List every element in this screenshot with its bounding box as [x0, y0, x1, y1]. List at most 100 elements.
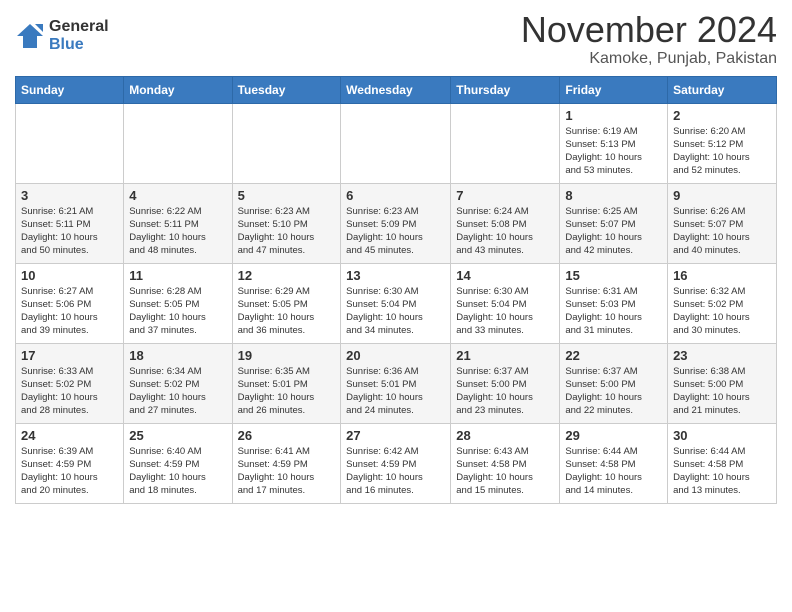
- calendar-cell: 30 Sunrise: 6:44 AM Sunset: 4:58 PM Dayli…: [668, 423, 777, 503]
- day-number: 16: [673, 268, 771, 283]
- calendar-cell: 25Sunrise: 6:40 AM Sunset: 4:59 PM Dayli…: [124, 423, 232, 503]
- day-info: Sunrise: 6:19 AM Sunset: 5:13 PM Dayligh…: [565, 125, 662, 178]
- calendar-cell: 6Sunrise: 6:23 AM Sunset: 5:09 PM Daylig…: [341, 183, 451, 263]
- month-title: November 2024: [521, 10, 777, 50]
- day-number: 23: [673, 348, 771, 363]
- col-monday: Monday: [124, 76, 232, 103]
- calendar-row-1: 3 Sunrise: 6:21 AM Sunset: 5:11 PM Daylig…: [16, 183, 777, 263]
- calendar-cell: 18Sunrise: 6:34 AM Sunset: 5:02 PM Dayli…: [124, 343, 232, 423]
- calendar-row-2: 10 Sunrise: 6:27 AM Sunset: 5:06 PM Dayli…: [16, 263, 777, 343]
- col-tuesday: Tuesday: [232, 76, 341, 103]
- day-info: Sunrise: 6:20 AM Sunset: 5:12 PM Dayligh…: [673, 125, 771, 178]
- day-number: 15: [565, 268, 662, 283]
- logo: General Blue: [15, 18, 109, 53]
- col-saturday: Saturday: [668, 76, 777, 103]
- logo-general-text: General: [49, 18, 109, 36]
- page: General Blue November 2024 Kamoke, Punja…: [0, 0, 792, 514]
- day-info: Sunrise: 6:25 AM Sunset: 5:07 PM Dayligh…: [565, 205, 662, 258]
- day-number: 21: [456, 348, 554, 363]
- calendar-cell: [16, 103, 124, 183]
- day-number: 4: [129, 188, 226, 203]
- day-info: Sunrise: 6:37 AM Sunset: 5:00 PM Dayligh…: [565, 365, 662, 418]
- calendar-cell: 10 Sunrise: 6:27 AM Sunset: 5:06 PM Dayli…: [16, 263, 124, 343]
- calendar-cell: 1 Sunrise: 6:19 AM Sunset: 5:13 PM Daylig…: [560, 103, 668, 183]
- calendar-cell: 7Sunrise: 6:24 AM Sunset: 5:08 PM Daylig…: [451, 183, 560, 263]
- day-info: Sunrise: 6:35 AM Sunset: 5:01 PM Dayligh…: [238, 365, 336, 418]
- calendar-body: 1 Sunrise: 6:19 AM Sunset: 5:13 PM Daylig…: [16, 103, 777, 503]
- col-wednesday: Wednesday: [341, 76, 451, 103]
- day-number: 12: [238, 268, 336, 283]
- calendar-cell: 22Sunrise: 6:37 AM Sunset: 5:00 PM Dayli…: [560, 343, 668, 423]
- day-number: 10: [21, 268, 118, 283]
- day-info: Sunrise: 6:38 AM Sunset: 5:00 PM Dayligh…: [673, 365, 771, 418]
- day-number: 3: [21, 188, 118, 203]
- calendar-cell: 12 Sunrise: 6:29 AM Sunset: 5:05 PM Dayli…: [232, 263, 341, 343]
- calendar-cell: 20 Sunrise: 6:36 AM Sunset: 5:01 PM Dayli…: [341, 343, 451, 423]
- day-number: 19: [238, 348, 336, 363]
- day-number: 7: [456, 188, 554, 203]
- calendar-cell: [124, 103, 232, 183]
- day-number: 25: [129, 428, 226, 443]
- day-number: 13: [346, 268, 445, 283]
- day-number: 1: [565, 108, 662, 123]
- day-number: 28: [456, 428, 554, 443]
- calendar-cell: [451, 103, 560, 183]
- day-number: 20: [346, 348, 445, 363]
- day-info: Sunrise: 6:37 AM Sunset: 5:00 PM Dayligh…: [456, 365, 554, 418]
- day-number: 6: [346, 188, 445, 203]
- calendar-cell: 28 Sunrise: 6:43 AM Sunset: 4:58 PM Dayli…: [451, 423, 560, 503]
- calendar-cell: [232, 103, 341, 183]
- day-number: 27: [346, 428, 445, 443]
- day-info: Sunrise: 6:29 AM Sunset: 5:05 PM Dayligh…: [238, 285, 336, 338]
- day-info: Sunrise: 6:26 AM Sunset: 5:07 PM Dayligh…: [673, 205, 771, 258]
- location: Kamoke, Punjab, Pakistan: [521, 50, 777, 68]
- calendar-cell: 9Sunrise: 6:26 AM Sunset: 5:07 PM Daylig…: [668, 183, 777, 263]
- calendar-cell: 4Sunrise: 6:22 AM Sunset: 5:11 PM Daylig…: [124, 183, 232, 263]
- calendar-cell: 11 Sunrise: 6:28 AM Sunset: 5:05 PM Dayli…: [124, 263, 232, 343]
- calendar-cell: 21 Sunrise: 6:37 AM Sunset: 5:00 PM Dayli…: [451, 343, 560, 423]
- day-info: Sunrise: 6:31 AM Sunset: 5:03 PM Dayligh…: [565, 285, 662, 338]
- day-number: 30: [673, 428, 771, 443]
- day-number: 24: [21, 428, 118, 443]
- day-info: Sunrise: 6:44 AM Sunset: 4:58 PM Dayligh…: [673, 445, 771, 498]
- calendar-row-0: 1 Sunrise: 6:19 AM Sunset: 5:13 PM Daylig…: [16, 103, 777, 183]
- calendar-cell: 3 Sunrise: 6:21 AM Sunset: 5:11 PM Daylig…: [16, 183, 124, 263]
- day-info: Sunrise: 6:27 AM Sunset: 5:06 PM Dayligh…: [21, 285, 118, 338]
- calendar-row-4: 24 Sunrise: 6:39 AM Sunset: 4:59 PM Dayli…: [16, 423, 777, 503]
- day-info: Sunrise: 6:28 AM Sunset: 5:05 PM Dayligh…: [129, 285, 226, 338]
- calendar-table: Sunday Monday Tuesday Wednesday Thursday…: [15, 76, 777, 504]
- day-info: Sunrise: 6:34 AM Sunset: 5:02 PM Dayligh…: [129, 365, 226, 418]
- calendar-row-3: 17 Sunrise: 6:33 AM Sunset: 5:02 PM Dayli…: [16, 343, 777, 423]
- day-number: 11: [129, 268, 226, 283]
- logo-blue-text: Blue: [49, 36, 109, 54]
- day-number: 17: [21, 348, 118, 363]
- calendar-cell: 27 Sunrise: 6:42 AM Sunset: 4:59 PM Dayli…: [341, 423, 451, 503]
- day-info: Sunrise: 6:30 AM Sunset: 5:04 PM Dayligh…: [456, 285, 554, 338]
- day-info: Sunrise: 6:44 AM Sunset: 4:58 PM Dayligh…: [565, 445, 662, 498]
- day-info: Sunrise: 6:30 AM Sunset: 5:04 PM Dayligh…: [346, 285, 445, 338]
- calendar-cell: [341, 103, 451, 183]
- header-row: Sunday Monday Tuesday Wednesday Thursday…: [16, 76, 777, 103]
- day-info: Sunrise: 6:36 AM Sunset: 5:01 PM Dayligh…: [346, 365, 445, 418]
- calendar-cell: 19 Sunrise: 6:35 AM Sunset: 5:01 PM Dayli…: [232, 343, 341, 423]
- calendar-cell: 23 Sunrise: 6:38 AM Sunset: 5:00 PM Dayli…: [668, 343, 777, 423]
- col-sunday: Sunday: [16, 76, 124, 103]
- calendar-cell: 13 Sunrise: 6:30 AM Sunset: 5:04 PM Dayli…: [341, 263, 451, 343]
- day-info: Sunrise: 6:33 AM Sunset: 5:02 PM Dayligh…: [21, 365, 118, 418]
- title-section: November 2024 Kamoke, Punjab, Pakistan: [521, 10, 777, 68]
- day-number: 29: [565, 428, 662, 443]
- day-info: Sunrise: 6:42 AM Sunset: 4:59 PM Dayligh…: [346, 445, 445, 498]
- day-info: Sunrise: 6:39 AM Sunset: 4:59 PM Dayligh…: [21, 445, 118, 498]
- day-number: 2: [673, 108, 771, 123]
- logo-text: General Blue: [49, 18, 109, 53]
- col-friday: Friday: [560, 76, 668, 103]
- day-info: Sunrise: 6:43 AM Sunset: 4:58 PM Dayligh…: [456, 445, 554, 498]
- day-info: Sunrise: 6:32 AM Sunset: 5:02 PM Dayligh…: [673, 285, 771, 338]
- calendar-cell: 26Sunrise: 6:41 AM Sunset: 4:59 PM Dayli…: [232, 423, 341, 503]
- day-number: 14: [456, 268, 554, 283]
- calendar-cell: 29 Sunrise: 6:44 AM Sunset: 4:58 PM Dayli…: [560, 423, 668, 503]
- calendar-cell: 8Sunrise: 6:25 AM Sunset: 5:07 PM Daylig…: [560, 183, 668, 263]
- day-info: Sunrise: 6:21 AM Sunset: 5:11 PM Dayligh…: [21, 205, 118, 258]
- logo-icon: [15, 22, 45, 50]
- calendar-cell: 2 Sunrise: 6:20 AM Sunset: 5:12 PM Daylig…: [668, 103, 777, 183]
